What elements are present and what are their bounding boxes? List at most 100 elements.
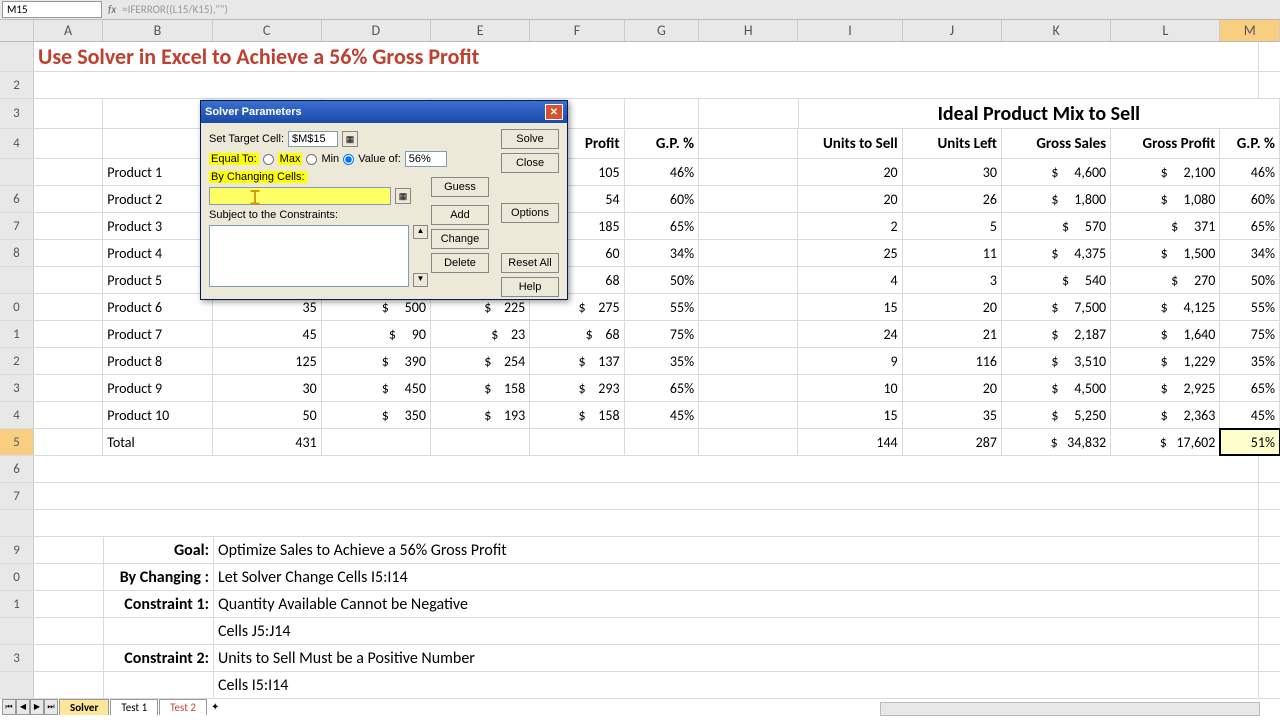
solver-dialog: Solver Parameters ✕ Set Target Cell: ▦ E… — [200, 100, 568, 300]
row-header[interactable]: 1 — [0, 321, 34, 347]
tab-test2[interactable]: Test 2 — [159, 699, 207, 715]
product-name[interactable]: Product 6 — [103, 294, 212, 320]
col-header-F[interactable]: F — [530, 20, 624, 41]
cell[interactable] — [34, 72, 1259, 98]
row-header[interactable]: 7 — [0, 213, 34, 239]
row-header[interactable]: 8 — [0, 240, 34, 266]
solve-button[interactable]: Solve — [501, 129, 559, 149]
table-row: 6Product 25460%2026$ 1,800$ 1,08060% — [0, 186, 1280, 213]
scroll-up-icon[interactable]: ▲ — [413, 225, 428, 239]
product-name[interactable]: Product 9 — [103, 375, 212, 401]
options-button[interactable]: Options — [501, 203, 559, 223]
col-header-I[interactable]: I — [798, 20, 902, 41]
col-header-C[interactable]: C — [213, 20, 322, 41]
row-goal: 9 Goal: Optimize Sales to Achieve a 56% … — [0, 537, 1280, 564]
product-name[interactable]: Product 4 — [103, 240, 212, 266]
row-header[interactable] — [0, 159, 34, 185]
range-picker-icon[interactable]: ▦ — [342, 131, 358, 147]
column-headers: A B C D E F G H I J K L M — [0, 20, 1280, 42]
product-name[interactable]: Product 8 — [103, 348, 212, 374]
hdr-gp[interactable]: G.P. % — [625, 129, 700, 158]
range-picker-icon[interactable]: ▦ — [395, 188, 411, 204]
product-name[interactable]: Product 10 — [103, 402, 212, 428]
table-row: Product 56850%43$ 540$ 27050% — [0, 267, 1280, 294]
dialog-titlebar[interactable]: Solver Parameters ✕ — [201, 101, 567, 123]
scroll-down-icon[interactable]: ▼ — [413, 273, 428, 287]
hdr-gross-profit[interactable]: Gross Profit — [1111, 129, 1220, 158]
ideal-header[interactable]: Ideal Product Mix to Sell — [799, 99, 1280, 128]
cell[interactable]: Use Solver in Excel to Achieve a 56% Gro… — [34, 42, 1259, 71]
row-header[interactable]: 4 — [0, 129, 34, 158]
row-header[interactable]: 3 — [0, 99, 34, 128]
product-name[interactable]: Product 7 — [103, 321, 212, 347]
tab-nav-last-icon[interactable]: ⏭ — [44, 699, 58, 715]
row-header[interactable]: 0 — [0, 294, 34, 320]
row-header[interactable]: 2 — [0, 348, 34, 374]
formula-text[interactable]: =IFERROR((L15/K15),"") — [122, 3, 228, 16]
row-header[interactable]: 5 — [0, 429, 34, 455]
row-header[interactable]: 6 — [0, 186, 34, 212]
add-button[interactable]: Add — [431, 205, 489, 225]
row-header[interactable]: 3 — [0, 375, 34, 401]
col-header-J[interactable]: J — [903, 20, 1002, 41]
fx-icon[interactable]: fx — [108, 3, 116, 16]
col-header-G[interactable]: G — [625, 20, 699, 41]
select-all-corner[interactable] — [0, 20, 34, 41]
max-radio[interactable] — [263, 154, 274, 165]
constraint1-label[interactable]: Constraint 1: — [104, 591, 214, 617]
col-header-K[interactable]: K — [1002, 20, 1111, 41]
product-name[interactable]: Product 3 — [103, 213, 212, 239]
hdr-gp2[interactable]: G.P. % — [1220, 129, 1280, 158]
changing-label[interactable]: By Changing : — [104, 564, 214, 590]
set-target-label: Set Target Cell: — [209, 133, 284, 145]
name-box[interactable]: M15 — [2, 1, 102, 18]
tab-nav-first-icon[interactable]: ⏮ — [2, 699, 16, 715]
help-button[interactable]: Help — [501, 277, 559, 297]
constraint2-label[interactable]: Constraint 2: — [104, 645, 214, 671]
total-label[interactable]: Total — [103, 429, 212, 455]
product-name[interactable]: Product 2 — [103, 186, 212, 212]
delete-button[interactable]: Delete — [431, 253, 489, 273]
row-header[interactable] — [0, 267, 34, 293]
product-name[interactable]: Product 5 — [103, 267, 212, 293]
change-button[interactable]: Change — [431, 229, 489, 249]
tab-nav-prev-icon[interactable]: ◀ — [16, 699, 30, 715]
changing-cells-input[interactable] — [209, 187, 391, 205]
value-of-input[interactable] — [405, 151, 447, 167]
reset-all-button[interactable]: Reset All — [501, 253, 559, 273]
tab-nav-next-icon[interactable]: ▶ — [30, 699, 44, 715]
hdr-units-left[interactable]: Units Left — [903, 129, 1002, 158]
col-header-M[interactable]: M — [1220, 20, 1280, 41]
row-3: 3 Ideal Product Mix to Sell — [0, 99, 1280, 129]
sheet-tabs: ⏮ ◀ ▶ ⏭ Solver Test 1 Test 2 ✦ — [2, 698, 227, 716]
row-header[interactable] — [0, 42, 34, 71]
tab-test1[interactable]: Test 1 — [110, 699, 158, 715]
col-header-D[interactable]: D — [322, 20, 431, 41]
horizontal-scrollbar[interactable] — [880, 702, 1260, 716]
col-header-A[interactable]: A — [34, 20, 104, 41]
value-of-radio[interactable] — [343, 154, 354, 165]
col-header-B[interactable]: B — [103, 20, 212, 41]
table-row: 4Product 1050$ 350$ 193$ 15845%1535$ 5,2… — [0, 402, 1280, 429]
constraints-listbox[interactable] — [209, 225, 409, 287]
equal-to-label: Equal To: — [209, 153, 259, 165]
tab-solver[interactable]: Solver — [59, 699, 109, 715]
close-icon[interactable]: ✕ — [545, 104, 563, 120]
guess-button[interactable]: Guess — [431, 177, 489, 197]
table-row: 8Product 46034%2511$ 4,375$ 1,50034% — [0, 240, 1280, 267]
goal-text[interactable]: Optimize Sales to Achieve a 56% Gross Pr… — [214, 537, 1259, 563]
close-button[interactable]: Close — [501, 153, 559, 173]
row-header[interactable]: 2 — [0, 72, 34, 98]
product-name[interactable]: Product 1 — [103, 159, 212, 185]
row-header[interactable]: 4 — [0, 402, 34, 428]
col-header-H[interactable]: H — [699, 20, 798, 41]
target-cell-input[interactable] — [288, 131, 338, 147]
selected-cell[interactable]: 51% — [1220, 429, 1280, 455]
hdr-units-sell[interactable]: Units to Sell — [798, 129, 902, 158]
new-sheet-icon[interactable]: ✦ — [211, 700, 227, 714]
col-header-L[interactable]: L — [1111, 20, 1220, 41]
col-header-E[interactable]: E — [431, 20, 530, 41]
goal-label[interactable]: Goal: — [104, 537, 214, 563]
min-radio[interactable] — [306, 154, 317, 165]
hdr-gross-sales[interactable]: Gross Sales — [1002, 129, 1111, 158]
